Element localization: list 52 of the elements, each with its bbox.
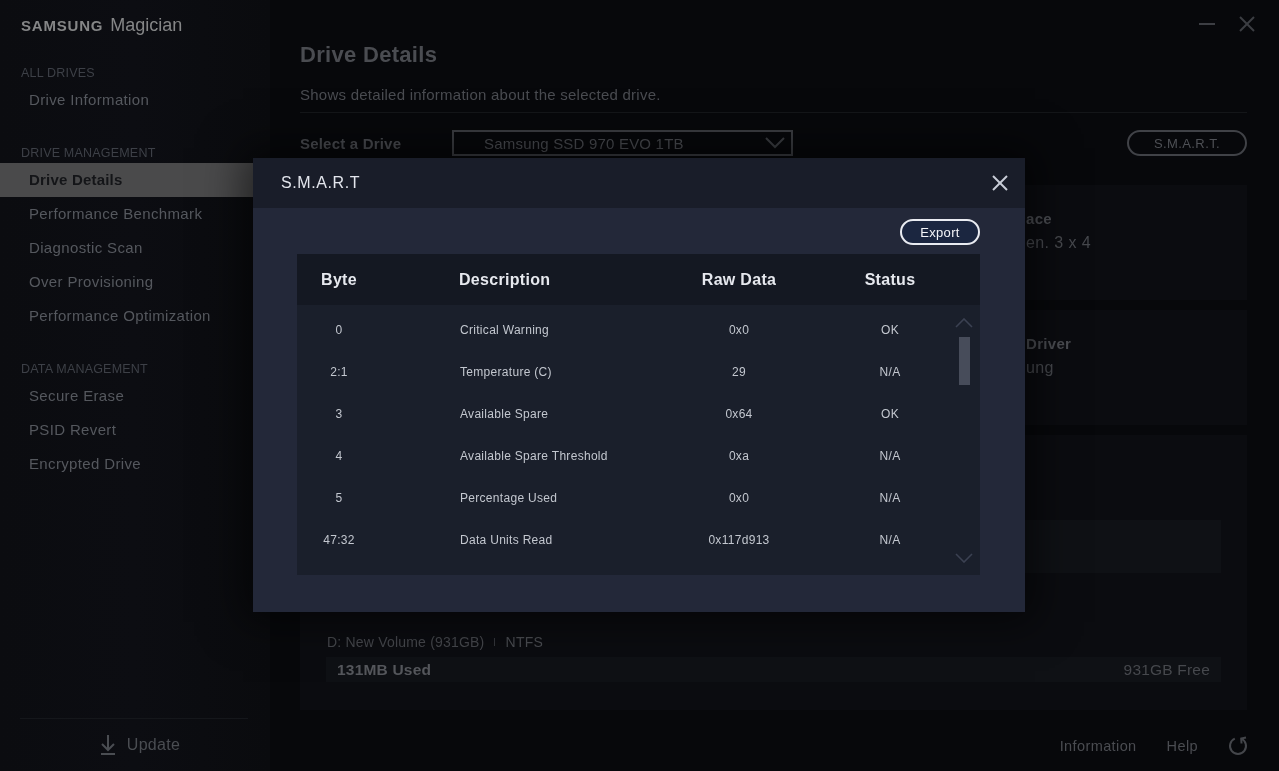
table-cell: 47:32	[323, 533, 355, 547]
scrollbar-thumb[interactable]	[958, 337, 970, 385]
table-cell: 0x0	[728, 491, 750, 505]
smart-button[interactable]: S.M.A.R.T.	[1127, 130, 1247, 156]
table-cell: Percentage Used	[460, 491, 558, 505]
table-cell: 4	[335, 449, 343, 463]
table-cell: Critical Warning	[460, 323, 550, 337]
chevron-up-icon[interactable]	[955, 318, 973, 328]
minimize-icon[interactable]	[1199, 23, 1215, 25]
update-button[interactable]: Update	[87, 735, 181, 755]
used-space: 131MB Used	[337, 660, 432, 679]
table-cell: 29	[732, 365, 746, 379]
card-heading: Driver	[1026, 334, 1072, 354]
file-system: NTFS	[505, 634, 544, 650]
table-cell: 0x117d913	[708, 533, 770, 547]
table-cell: 0xa	[728, 449, 750, 463]
page-subtitle: Shows detailed information about the selected drive.	[300, 85, 661, 105]
footer-link[interactable]: Information	[1059, 737, 1137, 754]
table-cell: 3	[335, 407, 343, 421]
table-cell: OK	[881, 407, 899, 421]
chevron-down-icon	[765, 137, 785, 149]
table-cell: OK	[881, 323, 899, 337]
table-cell: 2:1	[330, 365, 348, 379]
sidebar-item[interactable]: Drive Information	[0, 83, 270, 117]
column-header: Status	[864, 270, 916, 289]
column-header: Description	[459, 270, 551, 289]
table-cell: N/A	[879, 365, 901, 379]
table-cell: N/A	[879, 449, 901, 463]
page-title: Drive Details	[300, 41, 438, 69]
table-cell: Data Units Read	[460, 533, 553, 547]
table-cell: Available Spare Threshold	[460, 449, 608, 463]
table-cell: 0	[335, 323, 343, 337]
table-cell: Temperature (C)	[460, 365, 552, 379]
table-cell: N/A	[879, 533, 901, 547]
table-cell: N/A	[879, 491, 901, 505]
app-logo: SAMSUNG Magician	[21, 14, 183, 37]
table-cell: 5	[335, 491, 343, 505]
chevron-down-icon[interactable]	[955, 553, 973, 563]
dialog-title: S.M.A.R.T	[281, 174, 361, 192]
column-header: Raw Data	[701, 270, 777, 289]
table-cell: 0x0	[728, 323, 750, 337]
card-heading: ace	[1026, 209, 1052, 229]
volume-name: D: New Volume (931GB)	[327, 634, 485, 650]
column-header: Byte	[321, 270, 357, 289]
free-space: 931GB Free	[1123, 660, 1210, 679]
export-button[interactable]: Export	[900, 219, 980, 245]
footer-link[interactable]: Help	[1166, 737, 1198, 754]
download-icon	[99, 735, 116, 755]
table-cell: 0x64	[725, 407, 753, 421]
table-cell: Available Spare	[460, 407, 549, 421]
drive-dropdown[interactable]: Samsung SSD 970 EVO 1TB	[452, 130, 793, 156]
refresh-icon[interactable]	[1228, 735, 1248, 756]
